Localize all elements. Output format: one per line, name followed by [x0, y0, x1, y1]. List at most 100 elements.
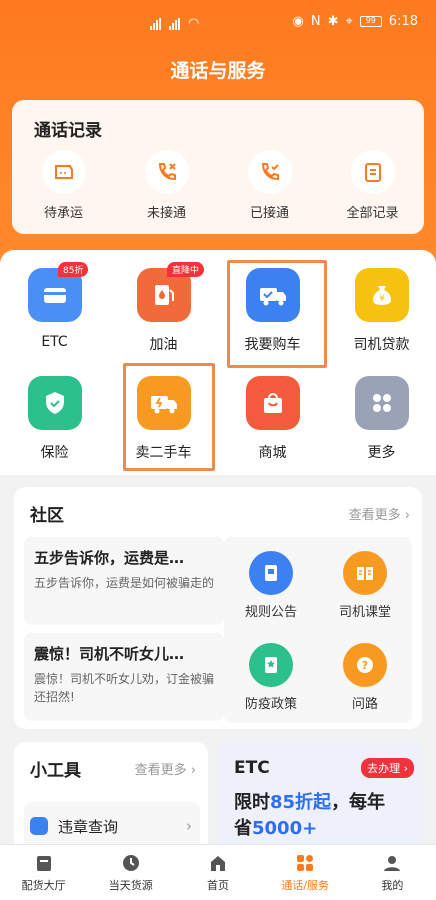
news-title: 震惊！司机不听女儿…: [34, 645, 185, 663]
promo-text: 限时: [234, 792, 270, 813]
etc-promo-title: ETC: [234, 758, 270, 778]
tab-mine[interactable]: 我的: [349, 845, 436, 900]
nfc-icon: N: [310, 14, 321, 29]
bluetooth-icon: ✱: [327, 14, 339, 29]
tab-label: 首页: [207, 879, 229, 892]
missed-call-icon: [144, 150, 189, 194]
tab-today-cargo[interactable]: 当天货源: [87, 845, 174, 900]
service-fuel[interactable]: 直降中 加油: [109, 262, 218, 354]
policy-icon: [249, 643, 293, 687]
service-loan[interactable]: ¥ 司机贷款: [327, 268, 436, 354]
hall-icon: [33, 852, 55, 874]
community-item-label: 防疫政策: [244, 697, 297, 712]
community-item-rules[interactable]: 规则公告: [224, 551, 318, 631]
call-item-label: 未接通: [146, 206, 186, 221]
service-mall[interactable]: 商城: [218, 376, 327, 462]
tool-violation-query[interactable]: 违章查询 ›: [24, 802, 200, 850]
call-item-all[interactable]: 全部记录: [321, 150, 424, 221]
community-title: 社区: [30, 506, 64, 526]
service-label: 加油: [149, 337, 178, 353]
tab-hall[interactable]: 配货大厅: [0, 845, 87, 900]
waybill-icon: [41, 150, 86, 194]
etc-apply-label: 去办理: [367, 762, 401, 775]
community-item-label: 司机课堂: [338, 605, 391, 620]
tools-title: 小工具: [30, 761, 81, 781]
tab-label: 我的: [381, 879, 404, 892]
service-badge: 直降中: [167, 262, 205, 277]
service-etc[interactable]: 85折 ETC: [0, 262, 109, 354]
promo-highlight: 85折起: [270, 792, 332, 813]
money-bag-icon: ¥: [354, 268, 409, 322]
community-item-class[interactable]: 司机课堂: [318, 551, 412, 631]
highlight-buy-truck: [227, 260, 327, 368]
tab-home[interactable]: 首页: [174, 845, 261, 900]
service-more[interactable]: 更多: [327, 376, 436, 462]
call-records-title: 通话记录: [34, 121, 102, 141]
promo-text: ，每年: [331, 792, 386, 813]
service-badge: 85折: [58, 262, 89, 277]
notice-icon: [249, 551, 293, 595]
battery-icon: 99: [359, 16, 382, 27]
community-more-link[interactable]: 查看更多 ›: [349, 504, 410, 523]
call-item-label: 已接通: [249, 206, 289, 221]
community-item-policy[interactable]: 防疫政策: [224, 643, 318, 723]
etc-apply-button[interactable]: 去办理 ›: [361, 758, 414, 778]
promo-highlight: 5000+: [252, 818, 318, 839]
community-item-ask[interactable]: ? 问路: [318, 643, 412, 723]
service-label: ETC: [41, 334, 68, 350]
tab-label: 当天货源: [108, 879, 153, 892]
call-item-pending[interactable]: 待承运: [12, 150, 115, 221]
status-bar: ◠ ◉ N ✱ ⌖ 99 6:18: [0, 0, 436, 44]
community-item-label: 规则公告: [244, 605, 297, 620]
chevron-right-icon: ›: [404, 508, 410, 523]
community-grid: 规则公告 司机课堂 防疫政策 ? 问路: [224, 537, 412, 723]
tab-label: 配货大厅: [21, 879, 66, 892]
signal-group: ◠: [150, 16, 199, 31]
community-card: 社区 查看更多 › 五步告诉你，运费是… 五步告诉你，运费是如何被骗走的 震惊！…: [14, 487, 422, 729]
tab-label: 通话/服务: [281, 879, 330, 892]
news-item[interactable]: 震惊！司机不听女儿… 震惊！司机不听女儿劝，订金被骗还招然!: [24, 633, 224, 721]
book-icon: [343, 551, 387, 595]
call-item-missed[interactable]: 未接通: [115, 150, 218, 221]
location-icon: ⌖: [345, 14, 353, 29]
bottom-tab-bar: 配货大厅 当天货源 首页 通话/服务 我的: [0, 844, 436, 900]
call-item-connected[interactable]: 已接通: [218, 150, 321, 221]
violation-icon: [30, 817, 48, 835]
tools-more-link[interactable]: 查看更多 ›: [135, 759, 196, 778]
tab-service[interactable]: 通话/服务: [262, 845, 349, 900]
home-icon: [207, 852, 229, 874]
call-records-card: 通话记录 待承运 未接通 已接通 全部记录: [12, 100, 424, 234]
signal-icon: [169, 17, 180, 30]
service-insurance[interactable]: 保险: [0, 376, 109, 462]
shopping-bag-icon: [245, 376, 300, 430]
chevron-right-icon: ›: [190, 763, 196, 778]
shield-icon: [27, 376, 82, 430]
service-label: 更多: [367, 445, 396, 461]
more-label: 查看更多: [348, 508, 401, 523]
clipboard-icon: [350, 150, 395, 194]
svg-text:¥: ¥: [379, 294, 385, 304]
wifi-icon: ◠: [188, 16, 200, 31]
status-time: 6:18: [388, 14, 418, 29]
eye-icon: ◉: [292, 14, 304, 29]
services-card: 85折 ETC 直降中 加油 我要购车 ¥ 司机贷款 保险 卖二手车 商城 更多: [0, 250, 436, 475]
news-summary: 五步告诉你，运费是如何被骗走的: [34, 576, 215, 590]
clock-icon: [120, 852, 142, 874]
service-icon: [294, 852, 316, 874]
news-title: 五步告诉你，运费是…: [34, 549, 185, 567]
signal-icon: [150, 17, 161, 30]
tool-label: 违章查询: [58, 817, 119, 836]
svg-text:?: ?: [362, 659, 368, 672]
page-title: 通话与服务: [170, 60, 266, 82]
question-icon: ?: [343, 643, 387, 687]
service-label: 司机贷款: [353, 337, 410, 353]
etc-promo-text: 限时85折起，每年 省5000+: [234, 790, 418, 842]
connected-call-icon: [247, 150, 292, 194]
service-label: 保险: [40, 445, 69, 461]
news-summary: 震惊！司机不听女儿劝，订金被骗还招然!: [34, 672, 215, 704]
user-icon: [381, 852, 403, 874]
news-item[interactable]: 五步告诉你，运费是… 五步告诉你，运费是如何被骗走的: [24, 537, 224, 625]
chevron-right-icon: ›: [186, 817, 192, 835]
more-label: 查看更多: [134, 763, 187, 778]
call-item-label: 待承运: [43, 206, 83, 221]
